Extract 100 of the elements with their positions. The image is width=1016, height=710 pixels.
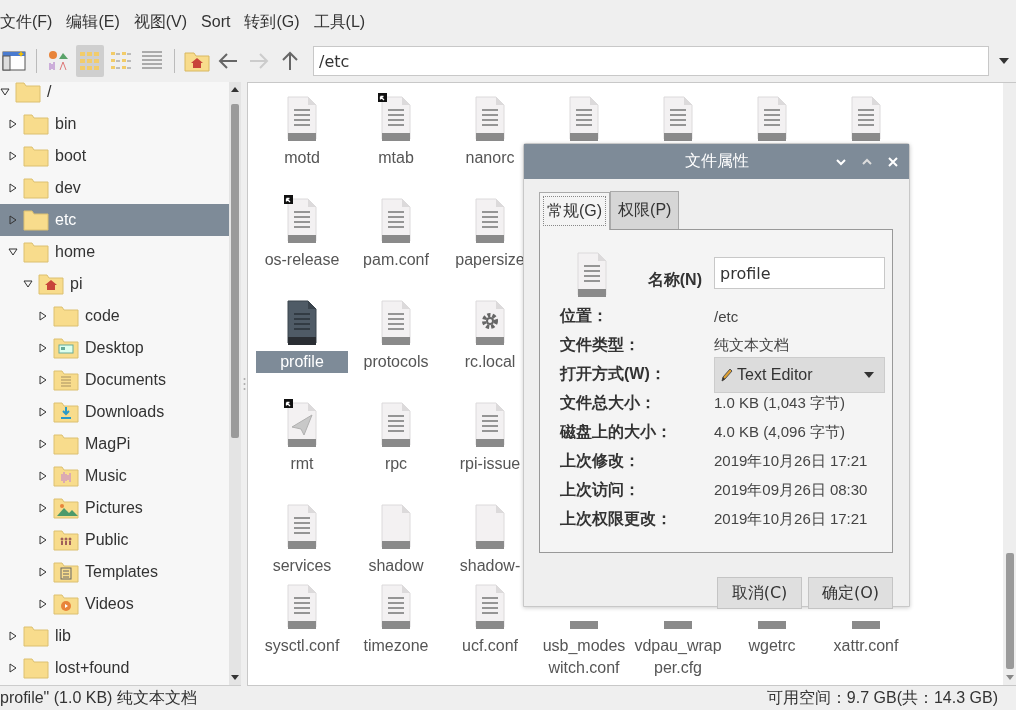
- scroll-up-icon[interactable]: [229, 85, 241, 93]
- folder-icon: [23, 625, 49, 647]
- collapsed-triangle-icon[interactable]: [38, 439, 48, 449]
- scrollbar[interactable]: [1003, 83, 1016, 685]
- collapsed-triangle-icon[interactable]: [38, 375, 48, 385]
- home-folder-icon: [184, 50, 210, 72]
- open-with-dropdown[interactable]: Text Editor: [714, 356, 885, 393]
- file-name[interactable]: ucf.conf: [444, 635, 536, 657]
- folder-tree-item[interactable]: Documents: [0, 364, 229, 396]
- file-name[interactable]: motd: [256, 147, 348, 169]
- folder-icon: [23, 241, 49, 263]
- field-label: 名称(N): [647, 269, 702, 290]
- folder-icon: [23, 657, 49, 679]
- folder-tree-item[interactable]: /: [0, 82, 229, 108]
- icon-grid-icon: [78, 49, 102, 73]
- collapsed-triangle-icon[interactable]: [38, 311, 48, 321]
- expanded-triangle-icon[interactable]: [8, 247, 18, 257]
- public-folder-icon: [53, 529, 79, 551]
- folder-tree-item[interactable]: Downloads: [0, 396, 229, 428]
- collapsed-triangle-icon[interactable]: [38, 343, 48, 353]
- folder-icon: [23, 209, 49, 231]
- videos-folder-icon: [53, 593, 79, 615]
- documents-folder-icon: [53, 369, 79, 391]
- folder-tree-item[interactable]: dev: [0, 172, 229, 204]
- dialog-button[interactable]: 确定(O): [808, 577, 893, 609]
- folder-icon: [23, 177, 49, 199]
- file-name[interactable]: shadow: [350, 555, 442, 577]
- file-name[interactable]: services: [256, 555, 348, 577]
- file-name[interactable]: xattr.conf: [820, 635, 912, 657]
- file-name[interactable]: wgetrc: [726, 635, 818, 657]
- scrollbar-thumb[interactable]: [1005, 553, 1014, 669]
- folder-tree-item[interactable]: lib: [0, 620, 229, 652]
- file-name[interactable]: rmt: [256, 453, 348, 475]
- caret-icon: [864, 371, 874, 378]
- property-label: 打开方式(W)：: [560, 364, 667, 384]
- folder-tree-item[interactable]: home: [0, 236, 229, 268]
- property-value: 4.0 KB (4,096 字节): [714, 423, 846, 442]
- collapsed-triangle-icon[interactable]: [8, 151, 18, 161]
- property-value: /etc: [714, 308, 740, 325]
- folder-tree-item[interactable]: Pictures: [0, 492, 229, 524]
- folder-tree-item[interactable]: Public: [0, 524, 229, 556]
- folder-tree-item[interactable]: Templates: [0, 556, 229, 588]
- home-folder-icon: [38, 273, 64, 295]
- file-name[interactable]: rpc: [350, 453, 442, 475]
- dialog-button[interactable]: 取消(C): [717, 577, 802, 609]
- menu-item[interactable]: 编辑(E): [66, 9, 120, 35]
- collapsed-triangle-icon[interactable]: [8, 631, 18, 641]
- collapsed-triangle-icon[interactable]: [38, 535, 48, 545]
- folder-tree-item[interactable]: Desktop: [0, 332, 229, 364]
- folder-tree-item[interactable]: pi: [0, 268, 229, 300]
- property-label: 上次修改：: [560, 451, 641, 471]
- tab[interactable]: 常规(G): [539, 192, 611, 230]
- tab[interactable]: 权限(P): [610, 191, 680, 229]
- collapsed-triangle-icon[interactable]: [8, 663, 18, 673]
- file-name[interactable]: sysctl.conf: [256, 635, 348, 657]
- collapsed-triangle-icon[interactable]: [38, 503, 48, 513]
- collapsed-triangle-icon[interactable]: [38, 599, 48, 609]
- folder-icon: [53, 433, 79, 455]
- collapsed-triangle-icon[interactable]: [8, 215, 18, 225]
- folder-icon: [15, 82, 41, 103]
- folder-tree-item[interactable]: Music: [0, 460, 229, 492]
- folder-tree-item[interactable]: Videos: [0, 588, 229, 620]
- desktop-folder-icon: [53, 337, 79, 359]
- expanded-triangle-icon[interactable]: [0, 87, 10, 97]
- expanded-triangle-icon[interactable]: [23, 279, 33, 289]
- file-name[interactable]: pam.conf: [350, 249, 442, 271]
- scroll-down-icon[interactable]: [229, 674, 241, 682]
- folder-tree-item[interactable]: MagPi: [0, 428, 229, 460]
- collapsed-triangle-icon[interactable]: [38, 407, 48, 417]
- collapsed-triangle-icon[interactable]: [38, 567, 48, 577]
- folder-tree-item[interactable]: code: [0, 300, 229, 332]
- folder-icon: [23, 145, 49, 167]
- file-name[interactable]: protocols: [350, 351, 442, 373]
- menu-item[interactable]: 转到(G): [244, 9, 300, 35]
- splitter-grip-icon[interactable]: [242, 377, 246, 391]
- folder-tree-item[interactable]: lost+found: [0, 652, 229, 684]
- scrollbar[interactable]: [229, 82, 241, 685]
- name-field[interactable]: profile: [714, 257, 885, 289]
- templates-folder-icon: [53, 561, 79, 583]
- file-name[interactable]: vdpau_wrapper.cfg: [632, 635, 724, 679]
- property-label: 位置：: [560, 306, 609, 326]
- collapsed-triangle-icon[interactable]: [8, 119, 18, 129]
- collapsed-triangle-icon[interactable]: [8, 183, 18, 193]
- file-name[interactable]: usb_modeswitch.conf: [538, 635, 630, 679]
- menu-item[interactable]: 工具(L): [313, 9, 366, 35]
- property-label: 上次权限更改：: [560, 509, 673, 529]
- menu-item[interactable]: 视图(V): [133, 9, 188, 35]
- close-icon[interactable]: [887, 156, 899, 168]
- minimize-icon[interactable]: [835, 156, 847, 168]
- file-name[interactable]: timezone: [350, 635, 442, 657]
- menu-item[interactable]: Sort: [201, 11, 231, 33]
- file-name[interactable]: mtab: [350, 147, 442, 169]
- path-field[interactable]: /etc: [313, 46, 989, 76]
- file-name[interactable]: os-release: [256, 249, 348, 271]
- folder-tree-item[interactable]: bin: [0, 108, 229, 140]
- scrollbar-thumb[interactable]: [231, 104, 239, 438]
- collapsed-triangle-icon[interactable]: [38, 471, 48, 481]
- folder-tree-item[interactable]: boot: [0, 140, 229, 172]
- pencil-icon: [719, 366, 733, 383]
- menu-item[interactable]: 文件(F): [0, 9, 53, 35]
